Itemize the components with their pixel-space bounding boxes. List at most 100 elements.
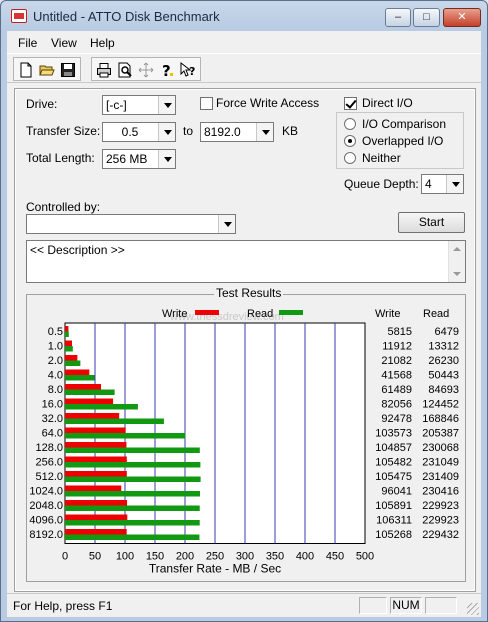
queue-depth-select[interactable]: 4 — [421, 174, 464, 194]
io-comparison-radio[interactable] — [344, 118, 356, 130]
transfer-to-value: 8192.0 — [204, 125, 241, 139]
read-column-header: Read — [423, 308, 449, 320]
controlled-by-label: Controlled by: — [26, 200, 101, 214]
print-preview-icon[interactable] — [115, 60, 135, 79]
legend-write-swatch — [195, 310, 219, 315]
neither-radio[interactable] — [344, 152, 356, 164]
legend-read-swatch — [279, 310, 303, 315]
category-label: 2.0 — [48, 355, 63, 367]
transfer-size-to-select[interactable]: 8192.0 — [200, 122, 274, 142]
io-comparison-label: I/O Comparison — [362, 117, 447, 131]
neither-label: Neither — [362, 151, 401, 165]
read-bar — [65, 520, 200, 526]
context-help-icon[interactable]: ? — [178, 60, 198, 79]
chevron-down-icon — [158, 123, 175, 141]
test-results-group: 0 50 100 150 200 250 300 350 400 450 500 www.thessd… — [26, 294, 466, 582]
read-value: 229923 — [422, 515, 459, 527]
x-axis-label: Transfer Rate - MB / Sec — [149, 562, 281, 576]
controlled-by-select[interactable] — [26, 214, 236, 234]
x-tick-label: 100 — [116, 551, 134, 563]
direct-io-checkbox[interactable] — [344, 97, 357, 110]
x-tick-label: 450 — [326, 551, 344, 563]
status-bar: For Help, press F1 NUM — [7, 593, 481, 617]
write-value: 96041 — [381, 486, 412, 498]
read-value: 230068 — [422, 442, 459, 454]
category-label: 256.0 — [35, 457, 63, 469]
write-value: 105482 — [375, 457, 412, 469]
write-bar — [65, 398, 114, 404]
menu-help[interactable]: Help — [90, 36, 115, 50]
menu-bar: File View Help — [7, 31, 481, 53]
read-bar — [65, 476, 201, 482]
write-value: 61489 — [381, 384, 412, 396]
overlapped-io-radio[interactable] — [344, 135, 356, 147]
read-value: 13312 — [428, 341, 459, 353]
description-scrollbar[interactable] — [448, 241, 465, 282]
status-pane-scroll — [425, 597, 457, 614]
menu-file[interactable]: File — [18, 36, 37, 50]
write-bar — [65, 384, 102, 390]
drive-select[interactable]: [-c-] — [102, 95, 176, 115]
direct-io-label: Direct I/O — [362, 96, 413, 110]
menu-view[interactable]: View — [51, 36, 77, 50]
category-label: 32.0 — [42, 413, 63, 425]
total-length-select[interactable]: 256 MB — [102, 149, 176, 169]
write-value: 11912 — [382, 341, 412, 353]
new-icon[interactable] — [16, 60, 36, 79]
write-bar — [65, 500, 128, 506]
x-tick-label: 400 — [296, 551, 314, 563]
read-value: 229923 — [422, 500, 459, 512]
read-bar — [65, 447, 200, 453]
maximize-button[interactable]: □ — [413, 8, 440, 27]
legend-write-label: Write — [162, 308, 187, 320]
total-length-label: Total Length: — [26, 151, 95, 165]
write-bar — [65, 485, 122, 491]
save-icon[interactable] — [58, 60, 78, 79]
write-bar — [65, 456, 127, 462]
read-bar — [65, 505, 200, 511]
read-bar — [65, 375, 95, 381]
open-icon[interactable] — [37, 60, 57, 79]
write-value: 41568 — [381, 370, 412, 382]
write-bar — [65, 514, 128, 520]
category-label: 1024.0 — [29, 486, 63, 498]
title-bar[interactable]: Untitled - ATTO Disk Benchmark – □ ✕ — [1, 1, 487, 31]
description-box[interactable]: << Description >> — [26, 240, 466, 283]
to-label: to — [183, 124, 194, 138]
transfer-size-from-select[interactable]: 0.5 — [102, 122, 176, 142]
transfer-size-label: Transfer Size: — [26, 124, 101, 138]
print-icon[interactable] — [94, 60, 114, 79]
read-bar — [65, 346, 73, 352]
force-write-checkbox[interactable] — [200, 97, 213, 110]
svg-text:?: ? — [189, 65, 195, 78]
read-value: 84693 — [428, 384, 459, 396]
write-value: 103573 — [375, 428, 412, 440]
read-bar — [65, 404, 138, 410]
help-icon[interactable]: ? — [157, 60, 177, 79]
legend-read-label: Read — [247, 308, 273, 320]
write-bar — [65, 340, 72, 346]
write-bar — [65, 442, 127, 448]
read-bar — [65, 462, 201, 468]
move-icon[interactable] — [136, 60, 156, 79]
resize-grip-icon[interactable] — [467, 603, 479, 615]
write-value: 82056 — [381, 399, 412, 411]
read-bar — [65, 534, 200, 540]
minimize-button[interactable]: – — [385, 8, 411, 27]
status-pane-caps — [359, 597, 387, 614]
write-value: 105891 — [375, 500, 412, 512]
read-bar — [65, 360, 81, 366]
write-value: 105475 — [375, 471, 412, 483]
svg-text:?: ? — [162, 62, 171, 78]
read-bar — [65, 433, 186, 439]
write-value: 106311 — [376, 515, 412, 527]
close-button[interactable]: ✕ — [443, 8, 481, 27]
read-value: 50443 — [428, 370, 459, 382]
read-value: 168846 — [422, 413, 459, 425]
start-button[interactable]: Start — [398, 212, 465, 233]
drive-value: [-c-] — [106, 98, 127, 112]
read-value: 26230 — [428, 355, 459, 367]
write-value: 92478 — [381, 413, 412, 425]
status-pane-num: NUM — [390, 597, 422, 614]
chevron-down-icon — [158, 150, 175, 168]
